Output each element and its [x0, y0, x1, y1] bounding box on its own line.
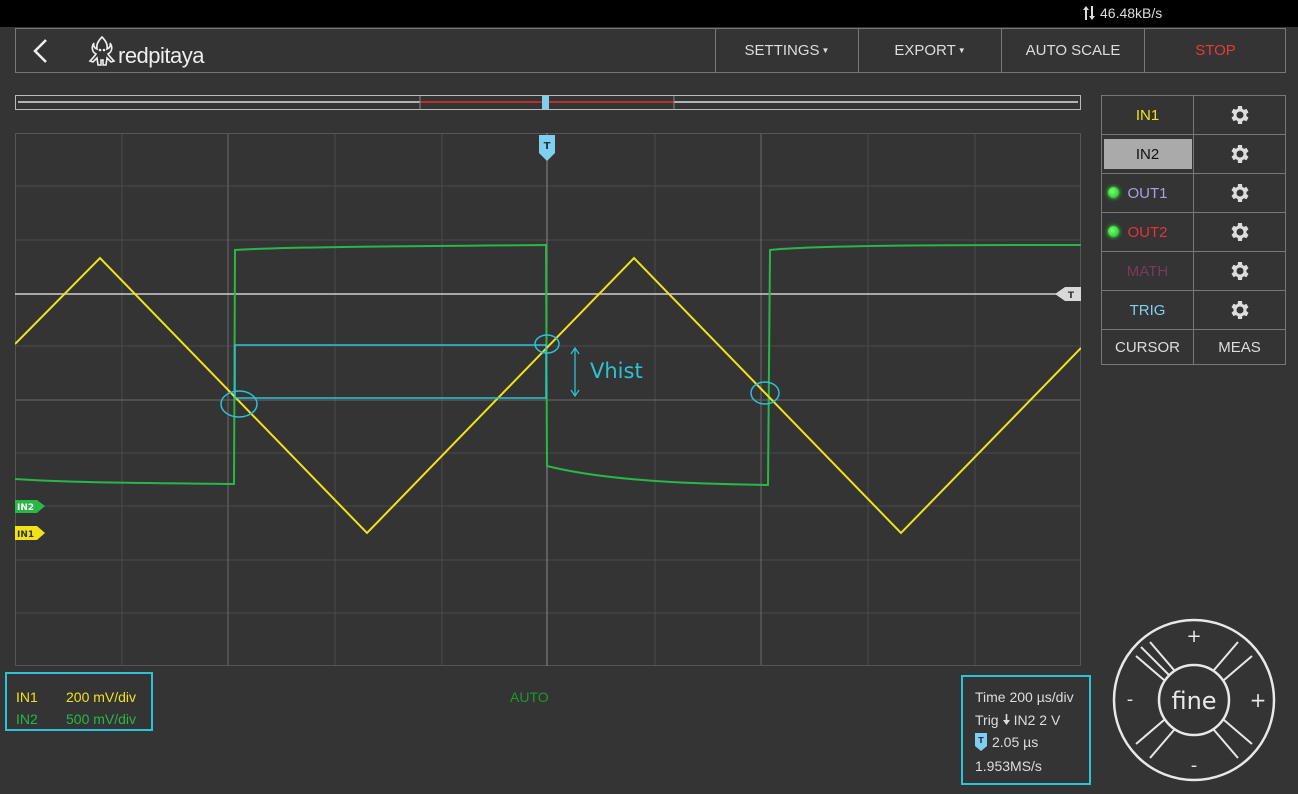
- sidebar-row-out1: OUT1: [1102, 174, 1285, 213]
- gear-icon: [1231, 262, 1248, 280]
- output-on-led-icon: [1108, 187, 1119, 198]
- settings-label: SETTINGS: [744, 42, 820, 59]
- trigger-marker-icon: T: [975, 733, 987, 751]
- app-header: redpitaya SETTINGS ▼ EXPORT ▼ AUTO SCALE…: [15, 28, 1286, 73]
- gear-icon: [1231, 145, 1248, 163]
- caret-down-icon: ▼: [821, 46, 830, 55]
- in2-marker-label: IN2: [17, 503, 34, 513]
- brand-name: redpitaya: [118, 43, 205, 68]
- autoscale-button[interactable]: AUTO SCALE: [1001, 29, 1144, 72]
- cursor-button[interactable]: CURSOR: [1102, 330, 1193, 364]
- timebase-panel: Time 200 µs/div Trig IN2 2 V T 2.05 µs 1…: [961, 675, 1091, 785]
- in1-toggle-label: IN1: [1135, 106, 1160, 124]
- transfer-rate-text: 46.48kB/s: [1100, 5, 1163, 21]
- vhist-label: Vhist: [590, 359, 643, 383]
- in2-toggle[interactable]: IN2: [1102, 135, 1193, 173]
- timeline-position-handle[interactable]: [542, 96, 549, 109]
- falling-edge-arrow-icon: [1002, 714, 1010, 725]
- gear-icon: [1231, 184, 1248, 202]
- in1-toggle[interactable]: IN1: [1102, 96, 1193, 134]
- math-settings-button[interactable]: [1193, 252, 1285, 290]
- settings-menu-button[interactable]: SETTINGS ▼: [715, 29, 858, 72]
- in2-settings-button[interactable]: [1193, 135, 1285, 173]
- math-toggle-label: MATH: [1126, 262, 1169, 280]
- stop-label: STOP: [1195, 42, 1236, 59]
- in1-scale-value: 200 mV/div: [66, 689, 137, 705]
- sample-rate: 1.953MS/s: [975, 758, 1042, 774]
- sidebar-row-trig: TRIG: [1102, 291, 1285, 330]
- out2-toggle[interactable]: OUT2: [1102, 213, 1193, 251]
- channel-sidebar: IN1 IN2 OUT1 OUT2 MATH TRIG CURSOR MEAS: [1101, 95, 1286, 365]
- trigger-info-value: IN2 2 V: [1013, 712, 1061, 728]
- back-arrow-icon[interactable]: [28, 37, 56, 65]
- meas-button[interactable]: MEAS: [1193, 330, 1285, 364]
- cursor-label: CURSOR: [1114, 338, 1180, 356]
- transfer-rate: 46.48kB/s: [1082, 4, 1162, 22]
- gear-icon: [1231, 223, 1248, 241]
- gear-icon: [1231, 301, 1248, 319]
- jog-fine-label[interactable]: fine: [1171, 687, 1216, 715]
- jog-right-plus[interactable]: +: [1250, 688, 1267, 712]
- fine-jog-control[interactable]: + + - - fine: [1112, 618, 1276, 782]
- trigger-offset-value: 2.05 µs: [992, 734, 1039, 750]
- math-toggle[interactable]: MATH: [1102, 252, 1193, 290]
- autoscale-label: AUTO SCALE: [1025, 42, 1121, 59]
- trigger-marker-label: T: [544, 141, 551, 152]
- out1-toggle[interactable]: OUT1: [1102, 174, 1193, 212]
- trigger-info-prefix: Trig: [975, 712, 999, 728]
- jog-left-minus[interactable]: -: [1127, 689, 1134, 710]
- upload-download-icon: [1083, 6, 1095, 20]
- in2-toggle-label: IN2: [1135, 145, 1160, 163]
- oscilloscope-graph[interactable]: Vhist T T IN2 IN1: [15, 133, 1081, 666]
- out2-settings-button[interactable]: [1193, 213, 1285, 251]
- trig-toggle-label: TRIG: [1129, 301, 1166, 319]
- status-bar: 46.48kB/s: [0, 0, 1298, 27]
- output-on-led-icon: [1108, 226, 1119, 237]
- in1-marker-label: IN1: [17, 530, 34, 540]
- stop-button[interactable]: STOP: [1144, 29, 1286, 72]
- pitaya-mascot-icon: [88, 35, 116, 66]
- trig-settings-button[interactable]: [1193, 291, 1285, 329]
- sidebar-row-out2: OUT2: [1102, 213, 1285, 252]
- in2-scale-value: 500 mV/div: [66, 711, 137, 727]
- trigger-mode-status: AUTO: [510, 689, 549, 705]
- gear-icon: [1231, 106, 1248, 124]
- out2-toggle-label: OUT2: [1127, 223, 1168, 241]
- buffer-timeline[interactable]: [15, 95, 1081, 110]
- out1-toggle-label: OUT1: [1127, 184, 1168, 202]
- redpitaya-logo: redpitaya: [88, 35, 205, 69]
- sidebar-row-in2: IN2: [1102, 135, 1285, 174]
- sidebar-row-math: MATH: [1102, 252, 1285, 291]
- meas-label: MEAS: [1218, 338, 1261, 356]
- sidebar-row-in1: IN1: [1102, 96, 1285, 135]
- jog-down-minus[interactable]: -: [1191, 755, 1198, 776]
- svg-text:T: T: [978, 736, 984, 745]
- export-label: EXPORT: [894, 42, 956, 59]
- channel-scale-panel: IN1 200 mV/div IN2 500 mV/div: [5, 672, 153, 731]
- trigger-offset-row: T 2.05 µs: [975, 733, 1038, 751]
- sidebar-row-tools: CURSOR MEAS: [1102, 330, 1285, 364]
- in2-scale-name: IN2: [16, 711, 38, 727]
- jog-up-plus[interactable]: +: [1186, 626, 1201, 647]
- export-menu-button[interactable]: EXPORT ▼: [858, 29, 1001, 72]
- in1-scale-name: IN1: [16, 689, 38, 705]
- trigger-level-label: T: [1068, 291, 1075, 301]
- trigger-info: Trig IN2 2 V: [975, 712, 1060, 728]
- out1-settings-button[interactable]: [1193, 174, 1285, 212]
- trig-toggle[interactable]: TRIG: [1102, 291, 1193, 329]
- caret-down-icon: ▼: [957, 46, 966, 55]
- in1-settings-button[interactable]: [1193, 96, 1285, 134]
- timebase-text: Time 200 µs/div: [975, 689, 1074, 705]
